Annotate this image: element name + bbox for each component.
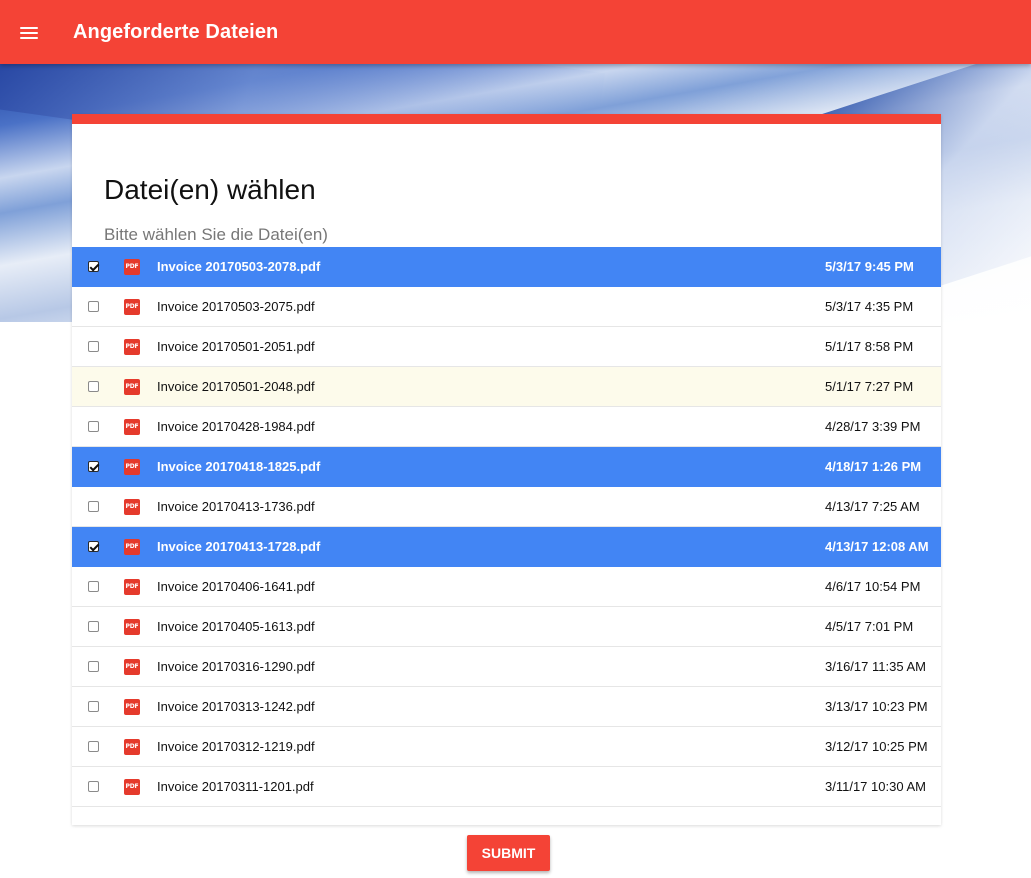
submit-button[interactable]: SUBMIT [467,835,550,871]
file-name: Invoice 20170406-1641.pdf [157,579,315,594]
file-row[interactable]: PDF Invoice 20170428-1984.pdf 4/28/17 3:39… [72,407,941,447]
checkbox[interactable] [88,421,99,432]
file-name: Invoice 20170316-1290.pdf [157,659,315,674]
file-row[interactable]: PDF Invoice 20170311-1201.pdf 3/11/17 10:3… [72,767,941,807]
checkbox-checked[interactable] [88,541,99,552]
file-date: 3/11/17 10:30 AM [825,779,926,794]
checkbox[interactable] [88,501,99,512]
file-date: 5/3/17 4:35 PM [825,299,914,314]
menu-icon[interactable] [20,25,40,39]
file-name: Invoice 20170311-1201.pdf [157,779,314,794]
pdf-icon: PDF [124,698,140,715]
pdf-icon: PDF [124,498,140,515]
file-row[interactable]: PDF Invoice 20170316-1290.pdf 3/16/17 11:3… [72,647,941,687]
file-row[interactable]: PDF Invoice 20170413-1728.pdf 4/13/17 12:0… [72,527,941,567]
file-row[interactable]: PDF Invoice 20170413-1736.pdf 4/13/17 7:25… [72,487,941,527]
checkbox[interactable] [88,701,99,712]
file-row[interactable]: PDF Invoice 20170503-2075.pdf 5/3/17 4:35 … [72,287,941,327]
pdf-icon: PDF [124,578,140,595]
file-row[interactable]: PDF Invoice 20170501-2048.pdf 5/1/17 7:27 … [72,367,941,407]
file-name: Invoice 20170503-2075.pdf [157,299,315,314]
file-row[interactable]: PDF Invoice 20170501-2051.pdf 5/1/17 8:58 … [72,327,941,367]
pdf-icon: PDF [124,418,140,435]
pdf-icon: PDF [124,778,140,795]
file-row[interactable]: PDF Invoice 20170503-2078.pdf 5/3/17 9:45 … [72,247,941,287]
checkbox-checked[interactable] [88,261,99,272]
file-list: PDF Invoice 20170503-2078.pdf 5/3/17 9:45 … [72,247,941,807]
checkbox-checked[interactable] [88,461,99,472]
file-name: Invoice 20170405-1613.pdf [157,619,315,634]
checkbox[interactable] [88,661,99,672]
file-name: Invoice 20170428-1984.pdf [157,419,315,434]
pdf-icon: PDF [124,298,140,315]
pdf-icon: PDF [124,738,140,755]
card-subtitle: Bitte wählen Sie die Datei(en) [104,225,328,244]
pdf-icon: PDF [124,658,140,675]
checkbox[interactable] [88,341,99,352]
file-row[interactable]: PDF Invoice 20170418-1825.pdf 4/18/17 1:26… [72,447,941,487]
file-row[interactable]: PDF Invoice 20170313-1242.pdf 3/13/17 10:2… [72,687,941,727]
pdf-icon: PDF [124,538,140,555]
file-row[interactable]: PDF Invoice 20170405-1613.pdf 4/5/17 7:01 … [72,607,941,647]
pdf-icon: PDF [124,258,140,275]
file-name: Invoice 20170313-1242.pdf [157,699,315,714]
file-date: 4/13/17 12:08 AM [825,539,929,554]
checkbox[interactable] [88,301,99,312]
checkbox[interactable] [88,581,99,592]
file-name: Invoice 20170413-1736.pdf [157,499,315,514]
pdf-icon: PDF [124,338,140,355]
checkbox[interactable] [88,381,99,392]
file-date: 3/16/17 11:35 AM [825,659,926,674]
card-title: Datei(en) wählen [104,174,316,205]
file-date: 5/1/17 8:58 PM [825,339,914,354]
file-date: 3/12/17 10:25 PM [825,739,928,754]
file-name: Invoice 20170312-1219.pdf [157,739,315,754]
file-name: Invoice 20170413-1728.pdf [157,539,321,554]
file-name: Invoice 20170501-2048.pdf [157,379,315,394]
file-date: 4/6/17 10:54 PM [825,579,921,594]
file-date: 5/1/17 7:27 PM [825,379,914,394]
file-name: Invoice 20170418-1825.pdf [157,459,321,474]
file-date: 3/13/17 10:23 PM [825,699,928,714]
app-title: Angeforderte Dateien [73,20,279,43]
file-selection-card: Datei(en) wählen Bitte wählen Sie die Da… [72,114,941,825]
app-bar: Angeforderte Dateien [0,0,1031,64]
pdf-icon: PDF [124,458,140,475]
file-date: 4/5/17 7:01 PM [825,619,914,634]
file-date: 4/18/17 1:26 PM [825,459,922,474]
checkbox[interactable] [88,781,99,792]
file-date: 4/28/17 3:39 PM [825,419,921,434]
file-name: Invoice 20170501-2051.pdf [157,339,315,354]
file-date: 4/13/17 7:25 AM [825,499,920,514]
pdf-icon: PDF [124,378,140,395]
file-name: Invoice 20170503-2078.pdf [157,259,321,274]
checkbox[interactable] [88,741,99,752]
file-row[interactable]: PDF Invoice 20170406-1641.pdf 4/6/17 10:54… [72,567,941,607]
file-date: 5/3/17 9:45 PM [825,259,914,274]
file-row[interactable]: PDF Invoice 20170312-1219.pdf 3/12/17 10:2… [72,727,941,767]
pdf-icon: PDF [124,618,140,635]
checkbox[interactable] [88,621,99,632]
